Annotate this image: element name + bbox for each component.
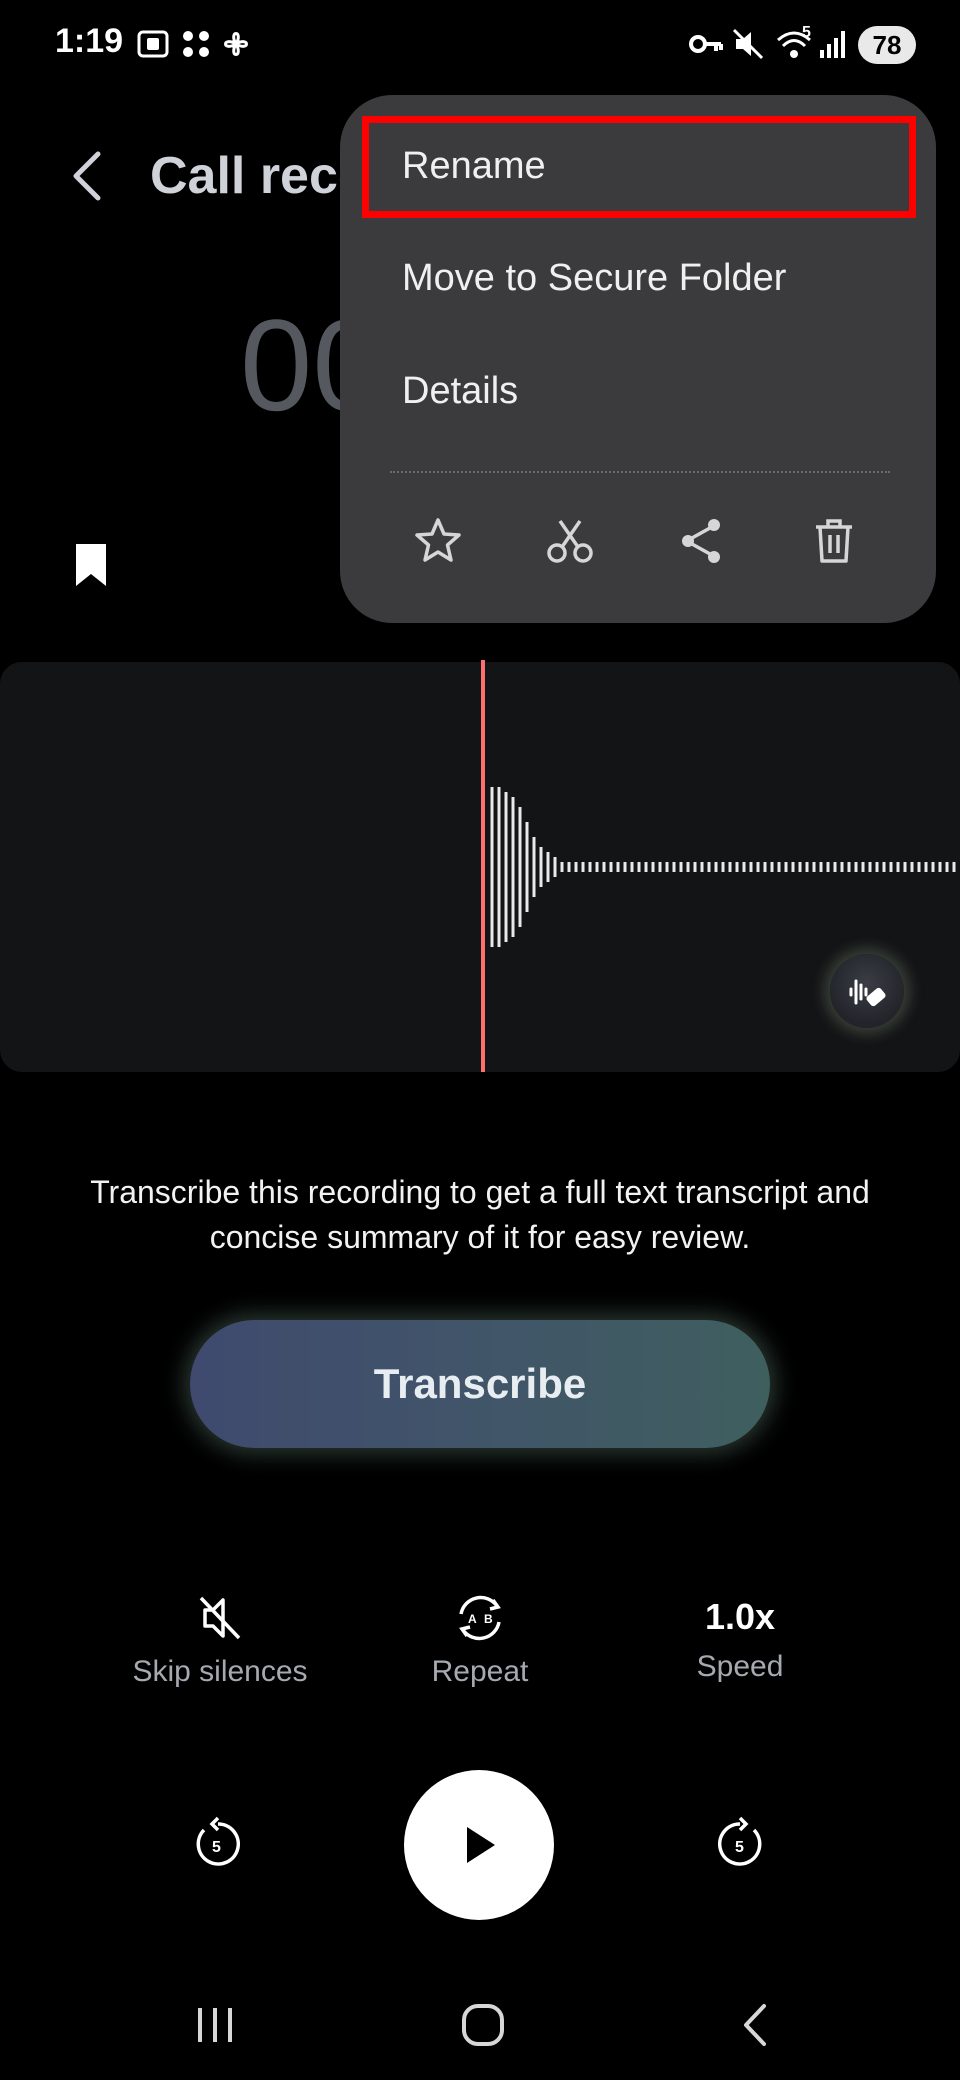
svg-text:B: B [484, 1612, 493, 1626]
forward-5-button[interactable]: 5 [712, 1816, 768, 1872]
skip-silences-label: Skip silences [132, 1655, 308, 1688]
speed-value: 1.0x [704, 1596, 776, 1637]
play-button[interactable] [404, 1770, 554, 1920]
rewind-seconds: 5 [212, 1839, 221, 1856]
skip-silences-icon [199, 1596, 241, 1640]
speed-label: Speed [696, 1650, 784, 1683]
trash-icon[interactable] [808, 515, 860, 567]
menu-item-details[interactable]: Details [402, 370, 518, 413]
nav-back-icon[interactable] [730, 2000, 780, 2050]
waveform [490, 787, 956, 947]
voice-eraser-icon [849, 979, 886, 1007]
page-title: Call recording [150, 147, 370, 205]
status-time: 1:19 [55, 22, 124, 60]
rewind-5-button[interactable]: 5 [190, 1816, 246, 1872]
repeat-ab-icon: A B [459, 1595, 501, 1641]
apps-icon [183, 31, 209, 57]
signal-icon [820, 31, 845, 58]
bookmark-icon[interactable] [72, 540, 110, 590]
waveform-panel[interactable] [0, 662, 960, 1072]
vpn-key-icon [689, 35, 723, 53]
elapsed-time: 00 [240, 292, 350, 438]
repeat-label: Repeat [431, 1655, 529, 1688]
playhead[interactable] [481, 660, 485, 1072]
svg-text:A: A [468, 1612, 477, 1626]
star-icon[interactable] [412, 515, 464, 567]
forward-seconds: 5 [735, 1839, 744, 1856]
forward-icon: 5 [718, 1816, 762, 1866]
home-icon[interactable] [458, 2000, 508, 2050]
battery-indicator: 78 [858, 26, 916, 64]
pinwheel-icon [224, 32, 248, 56]
mute-icon [732, 28, 764, 60]
network-type: 5 [802, 24, 811, 41]
repeat-button[interactable]: A B Repeat [360, 1592, 600, 1689]
menu-item-move-to-secure-folder[interactable]: Move to Secure Folder [402, 257, 786, 300]
rewind-icon: 5 [196, 1816, 240, 1866]
scissors-icon[interactable] [544, 515, 596, 567]
back-icon[interactable] [68, 148, 108, 204]
speed-button[interactable]: 1.0x Speed [620, 1596, 860, 1684]
transcribe-button[interactable]: Transcribe [190, 1320, 770, 1448]
screenshot-icon [137, 30, 169, 58]
skip-silences-button[interactable]: Skip silences [100, 1592, 340, 1689]
share-icon[interactable] [676, 515, 728, 567]
transcribe-description: Transcribe this recording to get a full … [90, 1174, 870, 1255]
play-icon [467, 1827, 495, 1863]
recent-apps-icon[interactable] [190, 2000, 240, 2050]
noise-eraser-button[interactable] [830, 954, 904, 1028]
rename-highlight [362, 116, 916, 218]
menu-divider [390, 471, 890, 473]
